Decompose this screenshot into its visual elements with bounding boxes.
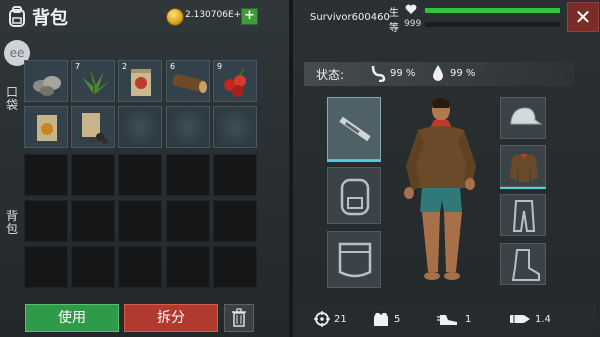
backpack-slot[interactable]: [118, 154, 162, 196]
backpack-slot[interactable]: [24, 246, 68, 288]
pocket-slot-empty[interactable]: [166, 106, 210, 148]
pocket-slot-empty[interactable]: [118, 106, 162, 148]
thirst-value: 99 %: [450, 68, 476, 79]
backpack-slot[interactable]: [166, 246, 210, 288]
pouch-equip-slot[interactable]: [327, 231, 381, 288]
backpack-slot[interactable]: [71, 154, 115, 196]
status-label: 状态:: [316, 68, 345, 82]
heart-icon: [405, 4, 417, 15]
armor-value: 5: [394, 314, 401, 325]
character-model: [404, 98, 476, 280]
water-drop-icon: [433, 65, 443, 81]
herb-leaf-icon: [82, 69, 110, 95]
stones-icon: [33, 76, 61, 96]
shoe-speed-icon: [437, 315, 457, 325]
pocket-slot-seed-bag-2[interactable]: [71, 106, 115, 148]
speed-value: 1: [465, 314, 472, 325]
coin-icon: [166, 8, 184, 26]
head-equip-slot[interactable]: [500, 97, 546, 139]
armor-vest-icon: [374, 313, 388, 326]
trash-button[interactable]: [224, 304, 254, 332]
backpack-equip-slot[interactable]: [327, 167, 381, 224]
seed-bag-icon: [37, 115, 57, 141]
crosshair-icon: [314, 311, 330, 327]
hunger-value: 99 %: [390, 68, 416, 79]
pocket-slot-seed-bag[interactable]: [24, 106, 68, 148]
wood-log-icon: [172, 74, 207, 93]
backpack-slot[interactable]: [71, 246, 115, 288]
backpack-icon: [9, 6, 25, 27]
backpack-slot[interactable]: [118, 200, 162, 242]
use-button[interactable]: 使用: [25, 304, 119, 332]
backpack-slot[interactable]: [118, 246, 162, 288]
backpack-slot[interactable]: [24, 200, 68, 242]
backpack-slot[interactable]: [213, 200, 257, 242]
weapon-slot-highlight: [327, 160, 381, 162]
add-currency-button[interactable]: +: [241, 8, 258, 25]
berries-icon: [224, 68, 246, 97]
backpack-slot[interactable]: [213, 154, 257, 196]
boot-outline-icon: [511, 249, 540, 281]
seed-bag-icon: [82, 113, 108, 144]
panel-divider: [289, 0, 293, 337]
close-button[interactable]: ✕: [567, 2, 599, 32]
pocket-slot-stones[interactable]: [24, 60, 68, 102]
pocket-slot-empty[interactable]: [213, 106, 257, 148]
pants-outline-icon: [512, 200, 536, 232]
inventory-title: 背包: [32, 8, 68, 29]
pouch-outline-icon: [338, 242, 372, 278]
body-equip-slot[interactable]: [500, 145, 546, 187]
health-bar-fill: [425, 8, 560, 13]
pocket-slot-berries[interactable]: 9: [213, 60, 257, 102]
backpack-slot[interactable]: [71, 200, 115, 242]
tab-pocket[interactable]: 口袋: [2, 86, 22, 112]
tab-backpack[interactable]: 背包: [2, 210, 22, 236]
trash-icon: [232, 308, 246, 327]
bullets-value: 1.4: [535, 314, 551, 325]
stomach-icon: [371, 65, 386, 82]
level-value: 999: [404, 19, 422, 29]
seed-packet-icon: [131, 69, 151, 96]
health-bar: [425, 8, 560, 13]
pocket-slot-log[interactable]: 6: [166, 60, 210, 102]
backpack-slot[interactable]: [166, 154, 210, 196]
backpack-slot[interactable]: [24, 154, 68, 196]
pocket-slot-herb[interactable]: 7: [71, 60, 115, 102]
health-label: 生: [389, 8, 399, 19]
xp-bar: [425, 22, 560, 27]
player-name: Survivor600460: [310, 12, 390, 23]
backpack-outline-icon: [340, 178, 370, 216]
legs-equip-slot[interactable]: [500, 194, 546, 236]
backpack-slot[interactable]: [166, 200, 210, 242]
bullets-icon: [510, 315, 530, 323]
jacket-icon: [509, 154, 539, 182]
attack-value: 21: [334, 314, 347, 325]
split-button[interactable]: 拆分: [124, 304, 218, 332]
backpack-slot[interactable]: [213, 246, 257, 288]
body-slot-highlight: [500, 187, 546, 189]
rifle-icon: [339, 116, 371, 142]
pocket-slot-seed-packet[interactable]: 2: [118, 60, 162, 102]
weapon-slot[interactable]: [327, 97, 381, 160]
level-label: 等: [389, 23, 399, 34]
cap-icon: [510, 107, 543, 125]
feet-equip-slot[interactable]: [500, 243, 546, 285]
